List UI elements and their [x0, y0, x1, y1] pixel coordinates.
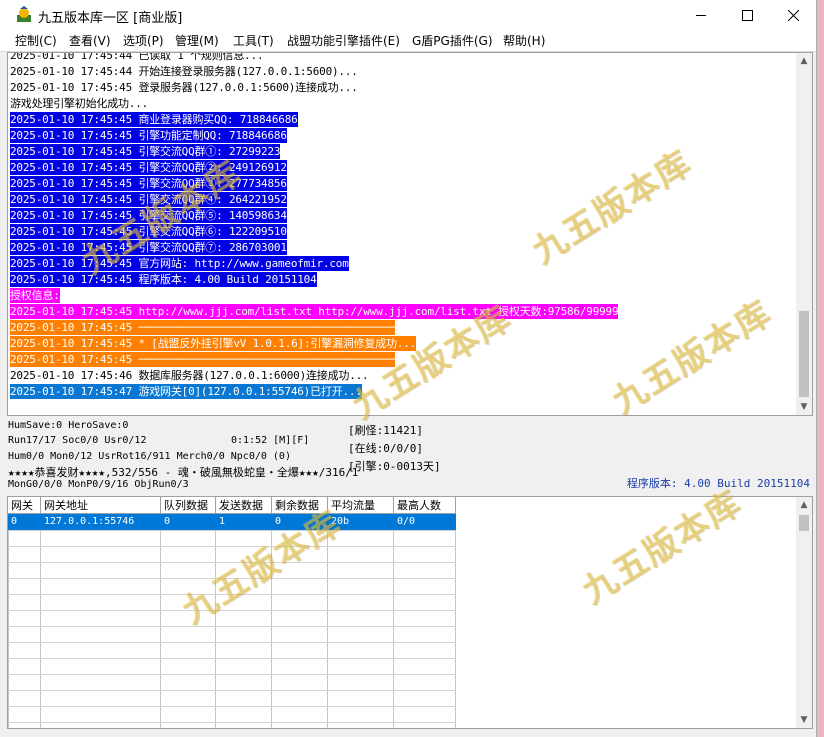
log-line: 2025-01-10 17:45:44 已读取 1 个规则信息... — [10, 52, 264, 62]
close-icon — [787, 9, 799, 21]
log-line: 2025-01-10 17:45:45 http://www.jjj.com/l… — [10, 304, 619, 319]
grid-column-line — [215, 497, 216, 728]
log-line: 2025-01-10 17:45:45 引擎交流QQ群④: 264221952 — [10, 192, 287, 207]
main-window: 九五版本库一区 [商业版] 控制(C) 查看(V) 选项(P) 管理(M) 工具… — [0, 0, 817, 737]
log-line: 2025-01-10 17:45:45 * [战盟反外挂引擎vV 1.0.1.6… — [10, 336, 417, 351]
grid-row-line — [8, 626, 456, 627]
grid-row-line — [8, 674, 456, 675]
log-line: 2025-01-10 17:45:45 引擎功能定制QQ: 718846686 — [10, 128, 287, 143]
menu-gshield-plugin[interactable]: G盾PG插件(G) — [412, 32, 493, 49]
table-cell: 0 — [11, 516, 18, 527]
grid-row-line — [8, 594, 456, 595]
version-label: 程序版本: 4.00 Build 20151104 — [626, 477, 810, 490]
column-header[interactable]: 平均流量 — [328, 497, 394, 514]
log-line: 2025-01-10 17:45:45 ────────────────────… — [10, 352, 396, 367]
grid-column-line — [8, 497, 9, 728]
scroll-up-icon[interactable]: ▲ — [796, 53, 812, 69]
maximize-icon — [741, 9, 753, 21]
grid-row-line — [8, 706, 456, 707]
close-button[interactable] — [770, 0, 816, 30]
grid-row-line — [8, 530, 456, 531]
log-line: 2025-01-10 17:45:45 引擎交流QQ群⑥: 122209510 — [10, 224, 287, 239]
grid-row-line — [8, 546, 456, 547]
window-title: 九五版本库一区 [商业版] — [38, 11, 183, 26]
menu-view[interactable]: 查看(V) — [69, 32, 111, 49]
column-header[interactable]: 剩余数据 — [272, 497, 328, 514]
scroll-down-icon[interactable]: ▼ — [796, 399, 812, 415]
table-cell: 1 — [219, 516, 226, 527]
menu-options[interactable]: 选项(P) — [123, 32, 164, 49]
hum-text: Hum0/0 Mon0/12 UsrRot16/911 Merch0/0 Npc… — [8, 451, 291, 462]
table-cell: 20b — [331, 516, 350, 527]
grid-row-line — [8, 642, 456, 643]
grid-row-line — [8, 658, 456, 659]
menu-control[interactable]: 控制(C) — [15, 32, 57, 49]
column-header[interactable]: 网关 — [8, 497, 41, 514]
grid-column-line — [271, 497, 272, 728]
log-line: 2025-01-10 17:45:45 引擎交流QQ群①: 27299223 — [10, 144, 281, 159]
minimize-icon — [695, 14, 706, 16]
column-header[interactable]: 发送数据 — [216, 497, 272, 514]
log-line: 2025-01-10 17:45:45 程序版本: 4.00 Build 201… — [10, 272, 317, 287]
grid-column-line — [393, 497, 394, 728]
grid-row-line — [8, 690, 456, 691]
table-scrollbar[interactable]: ▲ ▼ — [796, 497, 812, 728]
log-pane[interactable]: 2025-01-10 17:45:44 已读取 1 个规则信息... 2025-0… — [7, 52, 813, 416]
log-line: 2025-01-10 17:45:45 ────────────────────… — [10, 320, 396, 335]
uptime-text: 0:1:52 [M][F] — [231, 435, 310, 446]
grid-row-line — [8, 578, 456, 579]
online-count: [在线:0/0/0] — [348, 442, 423, 455]
gateway-table[interactable]: 网关 网关地址 队列数据 发送数据 剩余数据 平均流量 最高人数 0 127.0.0.1:557… — [7, 496, 813, 729]
grid-row-line — [8, 722, 456, 723]
menu-bar: 控制(C) 查看(V) 选项(P) 管理(M) 工具(T) 战盟功能引擎插件(E… — [0, 30, 816, 52]
grid-row-line — [8, 562, 456, 563]
grid-row-line — [8, 610, 456, 611]
log-line: 2025-01-10 17:45:45 引擎交流QQ群③: 277734856 — [10, 176, 287, 191]
humsave-text: HumSave:0 HeroSave:0 — [8, 420, 129, 431]
table-cell: 0/0 — [397, 516, 416, 527]
log-line: 2025-01-10 17:45:45 引擎交流QQ群⑦: 286703001 — [10, 240, 287, 255]
log-line: 游戏处理引擎初始化成功... — [10, 97, 149, 110]
grid-column-line — [455, 497, 456, 728]
notice-text: ★★★★恭喜发财★★★★,532/556 - 魂・破風無极蛇皇・全爆★★★/31… — [8, 466, 359, 479]
title-bar[interactable]: 九五版本库一区 [商业版] — [0, 0, 816, 30]
log-line: 2025-01-10 17:45:45 官方网站: http://www.gam… — [10, 256, 349, 271]
mon-text: MonG0/0/0 MonP0/9/16 ObjRun0/3 — [8, 479, 189, 490]
status-panel: HumSave:0 HeroSave:0 Run17/17 Soc0/0 Usr… — [7, 417, 813, 493]
app-icon — [17, 6, 31, 22]
log-line: 2025-01-10 17:45:47 游戏网关[0](127.0.0.1:55… — [10, 384, 362, 399]
grid-column-line — [40, 497, 41, 728]
grid-column-line — [160, 497, 161, 728]
run-text: Run17/17 Soc0/0 Usr0/12 — [8, 435, 147, 446]
scroll-thumb[interactable] — [799, 311, 809, 397]
menu-manage[interactable]: 管理(M) — [175, 32, 219, 49]
log-line: 2025-01-10 17:45:45 引擎交流QQ群②: 249126912 — [10, 160, 287, 175]
column-header[interactable]: 网关地址 — [41, 497, 161, 514]
table-scroll-down-icon[interactable]: ▼ — [796, 712, 812, 728]
maximize-button[interactable] — [724, 0, 770, 30]
log-line: 2025-01-10 17:45:45 引擎交流QQ群⑤: 140598634 — [10, 208, 287, 223]
log-line: 2025-01-10 17:45:45 商业登录器购买QQ: 718846686 — [10, 112, 298, 127]
log-scrollbar[interactable]: ▲ ▼ — [796, 53, 812, 415]
refresh-count: [刷怪:11421] — [348, 424, 423, 437]
table-cell: 127.0.0.1:55746 — [44, 516, 135, 527]
minimize-button[interactable] — [678, 0, 724, 30]
log-line: 2025-01-10 17:45:46 数据库服务器(127.0.0.1:600… — [10, 369, 369, 382]
table-cell: 0 — [164, 516, 171, 527]
log-line: 2025-01-10 17:45:45 登录服务器(127.0.0.1:5600… — [10, 81, 358, 94]
menu-alliance-plugin[interactable]: 战盟功能引擎插件(E) — [287, 32, 400, 49]
log-line: 2025-01-10 17:45:44 开始连接登录服务器(127.0.0.1:… — [10, 65, 358, 78]
menu-tools[interactable]: 工具(T) — [233, 32, 274, 49]
grid-column-line — [327, 497, 328, 728]
menu-help[interactable]: 帮助(H) — [503, 32, 545, 49]
column-header[interactable]: 最高人数 — [394, 497, 456, 514]
table-cell: 0 — [275, 516, 282, 527]
table-scroll-up-icon[interactable]: ▲ — [796, 497, 812, 513]
engine-days: [引擎:0-0013天] — [348, 460, 441, 473]
log-line: 授权信息: — [10, 288, 60, 303]
table-scroll-thumb[interactable] — [799, 515, 809, 531]
column-header[interactable]: 队列数据 — [161, 497, 216, 514]
